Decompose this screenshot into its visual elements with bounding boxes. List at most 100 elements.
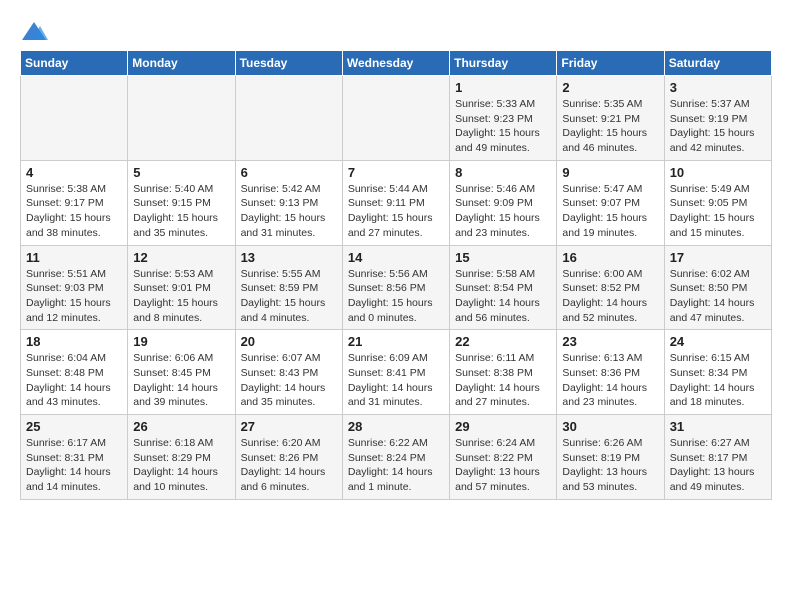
weekday-header-monday: Monday: [128, 51, 235, 76]
day-info: Sunrise: 6:09 AM Sunset: 8:41 PM Dayligh…: [348, 351, 444, 410]
day-number: 3: [670, 80, 766, 95]
calendar-cell: 23 Sunrise: 6:13 AM Sunset: 8:36 PM Dayli…: [557, 330, 664, 415]
day-info: Sunrise: 6:13 AM Sunset: 8:36 PM Dayligh…: [562, 351, 658, 410]
day-number: 1: [455, 80, 551, 95]
calendar-cell: [342, 76, 449, 161]
calendar-cell: 7 Sunrise: 5:44 AM Sunset: 9:11 PM Daylig…: [342, 160, 449, 245]
day-info: Sunrise: 5:38 AM Sunset: 9:17 PM Dayligh…: [26, 182, 122, 241]
day-number: 6: [241, 165, 337, 180]
calendar-cell: 27 Sunrise: 6:20 AM Sunset: 8:26 PM Dayli…: [235, 415, 342, 500]
day-info: Sunrise: 5:40 AM Sunset: 9:15 PM Dayligh…: [133, 182, 229, 241]
day-info: Sunrise: 5:35 AM Sunset: 9:21 PM Dayligh…: [562, 97, 658, 156]
day-info: Sunrise: 5:56 AM Sunset: 8:56 PM Dayligh…: [348, 267, 444, 326]
calendar-week-row: 25Sunrise: 6:17 AM Sunset: 8:31 PM Dayli…: [21, 415, 772, 500]
calendar-cell: [21, 76, 128, 161]
weekday-header-saturday: Saturday: [664, 51, 771, 76]
calendar-cell: 13 Sunrise: 5:55 AM Sunset: 8:59 PM Dayli…: [235, 245, 342, 330]
calendar-cell: 9 Sunrise: 5:47 AM Sunset: 9:07 PM Daylig…: [557, 160, 664, 245]
calendar-week-row: 1 Sunrise: 5:33 AM Sunset: 9:23 PM Daylig…: [21, 76, 772, 161]
day-number: 28: [348, 419, 444, 434]
calendar-cell: 30 Sunrise: 6:26 AM Sunset: 8:19 PM Dayli…: [557, 415, 664, 500]
calendar-cell: 17 Sunrise: 6:02 AM Sunset: 8:50 PM Dayli…: [664, 245, 771, 330]
calendar-cell: 8 Sunrise: 5:46 AM Sunset: 9:09 PM Daylig…: [450, 160, 557, 245]
day-number: 17: [670, 250, 766, 265]
calendar-cell: 6 Sunrise: 5:42 AM Sunset: 9:13 PM Daylig…: [235, 160, 342, 245]
calendar-cell: 24 Sunrise: 6:15 AM Sunset: 8:34 PM Dayli…: [664, 330, 771, 415]
day-number: 21: [348, 334, 444, 349]
day-number: 13: [241, 250, 337, 265]
weekday-header-tuesday: Tuesday: [235, 51, 342, 76]
calendar-cell: 10 Sunrise: 5:49 AM Sunset: 9:05 PM Dayli…: [664, 160, 771, 245]
day-info: Sunrise: 6:26 AM Sunset: 8:19 PM Dayligh…: [562, 436, 658, 495]
calendar-cell: 20 Sunrise: 6:07 AM Sunset: 8:43 PM Dayli…: [235, 330, 342, 415]
day-number: 31: [670, 419, 766, 434]
day-number: 29: [455, 419, 551, 434]
day-number: 25: [26, 419, 122, 434]
day-number: 18: [26, 334, 122, 349]
day-number: 10: [670, 165, 766, 180]
day-info: Sunrise: 6:20 AM Sunset: 8:26 PM Dayligh…: [241, 436, 337, 495]
calendar-week-row: 11 Sunrise: 5:51 AM Sunset: 9:03 PM Dayli…: [21, 245, 772, 330]
day-number: 24: [670, 334, 766, 349]
day-info: Sunrise: 6:27 AM Sunset: 8:17 PM Dayligh…: [670, 436, 766, 495]
day-info: Sunrise: 5:58 AM Sunset: 8:54 PM Dayligh…: [455, 267, 551, 326]
day-number: 30: [562, 419, 658, 434]
calendar-cell: 26 Sunrise: 6:18 AM Sunset: 8:29 PM Dayli…: [128, 415, 235, 500]
day-info: Sunrise: 5:46 AM Sunset: 9:09 PM Dayligh…: [455, 182, 551, 241]
day-number: 23: [562, 334, 658, 349]
day-info: Sunrise: 5:42 AM Sunset: 9:13 PM Dayligh…: [241, 182, 337, 241]
day-number: 7: [348, 165, 444, 180]
calendar-week-row: 18Sunrise: 6:04 AM Sunset: 8:48 PM Dayli…: [21, 330, 772, 415]
calendar-cell: 29 Sunrise: 6:24 AM Sunset: 8:22 PM Dayli…: [450, 415, 557, 500]
calendar-cell: 3 Sunrise: 5:37 AM Sunset: 9:19 PM Daylig…: [664, 76, 771, 161]
calendar-cell: 22 Sunrise: 6:11 AM Sunset: 8:38 PM Dayli…: [450, 330, 557, 415]
logo-icon: [20, 20, 48, 44]
day-number: 26: [133, 419, 229, 434]
day-info: Sunrise: 6:18 AM Sunset: 8:29 PM Dayligh…: [133, 436, 229, 495]
weekday-header-friday: Friday: [557, 51, 664, 76]
day-info: Sunrise: 5:33 AM Sunset: 9:23 PM Dayligh…: [455, 97, 551, 156]
day-number: 11: [26, 250, 122, 265]
day-number: 2: [562, 80, 658, 95]
calendar-cell: 19 Sunrise: 6:06 AM Sunset: 8:45 PM Dayli…: [128, 330, 235, 415]
calendar-cell: 2 Sunrise: 5:35 AM Sunset: 9:21 PM Daylig…: [557, 76, 664, 161]
calendar-cell: 15Sunrise: 5:58 AM Sunset: 8:54 PM Dayli…: [450, 245, 557, 330]
weekday-header-wednesday: Wednesday: [342, 51, 449, 76]
day-number: 9: [562, 165, 658, 180]
day-info: Sunrise: 5:49 AM Sunset: 9:05 PM Dayligh…: [670, 182, 766, 241]
day-number: 27: [241, 419, 337, 434]
day-info: Sunrise: 5:53 AM Sunset: 9:01 PM Dayligh…: [133, 267, 229, 326]
day-number: 16: [562, 250, 658, 265]
day-info: Sunrise: 5:44 AM Sunset: 9:11 PM Dayligh…: [348, 182, 444, 241]
calendar-table: SundayMondayTuesdayWednesdayThursdayFrid…: [20, 50, 772, 500]
day-number: 5: [133, 165, 229, 180]
day-info: Sunrise: 6:11 AM Sunset: 8:38 PM Dayligh…: [455, 351, 551, 410]
day-number: 20: [241, 334, 337, 349]
calendar-cell: [128, 76, 235, 161]
day-info: Sunrise: 6:22 AM Sunset: 8:24 PM Dayligh…: [348, 436, 444, 495]
calendar-cell: [235, 76, 342, 161]
calendar-cell: 11 Sunrise: 5:51 AM Sunset: 9:03 PM Dayli…: [21, 245, 128, 330]
day-number: 19: [133, 334, 229, 349]
day-info: Sunrise: 5:37 AM Sunset: 9:19 PM Dayligh…: [670, 97, 766, 156]
day-info: Sunrise: 5:55 AM Sunset: 8:59 PM Dayligh…: [241, 267, 337, 326]
calendar-cell: 1 Sunrise: 5:33 AM Sunset: 9:23 PM Daylig…: [450, 76, 557, 161]
day-info: Sunrise: 5:47 AM Sunset: 9:07 PM Dayligh…: [562, 182, 658, 241]
day-info: Sunrise: 6:06 AM Sunset: 8:45 PM Dayligh…: [133, 351, 229, 410]
calendar-cell: 31 Sunrise: 6:27 AM Sunset: 8:17 PM Dayli…: [664, 415, 771, 500]
day-number: 22: [455, 334, 551, 349]
day-info: Sunrise: 6:15 AM Sunset: 8:34 PM Dayligh…: [670, 351, 766, 410]
calendar-cell: 4 Sunrise: 5:38 AM Sunset: 9:17 PM Daylig…: [21, 160, 128, 245]
weekday-header-sunday: Sunday: [21, 51, 128, 76]
day-info: Sunrise: 6:24 AM Sunset: 8:22 PM Dayligh…: [455, 436, 551, 495]
day-number: 4: [26, 165, 122, 180]
day-number: 12: [133, 250, 229, 265]
day-number: 8: [455, 165, 551, 180]
day-info: Sunrise: 6:07 AM Sunset: 8:43 PM Dayligh…: [241, 351, 337, 410]
calendar-cell: 12 Sunrise: 5:53 AM Sunset: 9:01 PM Dayli…: [128, 245, 235, 330]
day-info: Sunrise: 5:51 AM Sunset: 9:03 PM Dayligh…: [26, 267, 122, 326]
day-info: Sunrise: 6:02 AM Sunset: 8:50 PM Dayligh…: [670, 267, 766, 326]
calendar-cell: 25Sunrise: 6:17 AM Sunset: 8:31 PM Dayli…: [21, 415, 128, 500]
day-number: 14: [348, 250, 444, 265]
day-info: Sunrise: 6:00 AM Sunset: 8:52 PM Dayligh…: [562, 267, 658, 326]
